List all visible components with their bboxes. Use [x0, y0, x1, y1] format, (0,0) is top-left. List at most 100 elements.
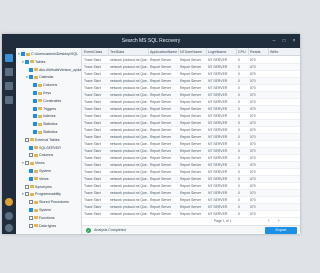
- tree-checkbox[interactable]: [33, 91, 37, 96]
- table-row[interactable]: Trace Start network protocol:ml Que.. Repo…: [82, 183, 300, 190]
- table-row[interactable]: Trace Start network protocol:ml Que.. Repo…: [82, 134, 300, 141]
- table-row[interactable]: Trace Start network protocol:ml Que.. Repo…: [82, 162, 300, 169]
- table-row[interactable]: Trace Start network protocol:ml Que.. Repo…: [82, 190, 300, 197]
- column-header[interactable]: CPU: [237, 48, 249, 56]
- tree-checkbox[interactable]: [25, 137, 29, 142]
- table-cell: 0: [238, 93, 240, 97]
- column-header[interactable]: NTUserName: [179, 48, 207, 56]
- table-row[interactable]: Trace Start network protocol:ml Que.. Repo…: [82, 211, 300, 218]
- table-cell: Report Server: [180, 177, 202, 181]
- table-row[interactable]: Trace Start network protocol:ml Que.. Repo…: [82, 78, 300, 85]
- table-row[interactable]: Trace Start network protocol:ml Que.. Repo…: [82, 120, 300, 127]
- table-row[interactable]: Trace Start network protocol:ml Que.. Repo…: [82, 148, 300, 155]
- tree-checkbox[interactable]: [29, 67, 33, 72]
- help-icon[interactable]: [5, 212, 13, 220]
- tree-checkbox[interactable]: [29, 200, 33, 205]
- tree-node[interactable]: ▾ Tables: [22, 59, 45, 66]
- tree-node[interactable]: Statistics: [30, 121, 57, 128]
- gear-icon[interactable]: [5, 224, 13, 232]
- table-row[interactable]: Trace Start network protocol:ml Que.. Repo…: [82, 85, 300, 92]
- column-header[interactable]: LoginName: [207, 48, 237, 56]
- export-button[interactable]: Export: [265, 227, 297, 234]
- tree-node[interactable]: Functions: [26, 215, 55, 222]
- tree-checkbox[interactable]: [33, 83, 37, 88]
- tree-checkbox[interactable]: [29, 75, 33, 80]
- tree-node[interactable]: Constraints: [30, 98, 61, 105]
- table-icon[interactable]: [5, 68, 13, 76]
- table-row[interactable]: Trace Start network protocol:ml Que.. Repo…: [82, 127, 300, 134]
- tree-node[interactable]: Triggers: [30, 106, 56, 113]
- table-row[interactable]: Trace Start network protocol:ml Que.. Repo…: [82, 169, 300, 176]
- tree-checkbox[interactable]: [25, 192, 29, 197]
- tree-checkbox[interactable]: [29, 176, 33, 181]
- table-cell: 0: [238, 198, 240, 202]
- table-row[interactable]: Trace Start network protocol:ml Que.. Repo…: [82, 106, 300, 113]
- table-row[interactable]: Trace Start network protocol:ml Que.. Repo…: [82, 204, 300, 211]
- tree-checkbox[interactable]: [33, 114, 37, 119]
- cart-icon[interactable]: [5, 198, 13, 206]
- tree-checkbox[interactable]: [29, 145, 33, 150]
- column-header[interactable]: TextData: [109, 48, 149, 56]
- tree-node[interactable]: System: [26, 168, 51, 175]
- column-header[interactable]: Reads: [249, 48, 269, 56]
- column-header[interactable]: Write: [269, 48, 300, 56]
- column-header[interactable]: EventClass: [83, 48, 109, 56]
- maximize-icon[interactable]: □: [280, 37, 288, 45]
- table-row[interactable]: Trace Start network protocol:ml Que.. Repo…: [82, 113, 300, 120]
- tree-node[interactable]: ▾ Calendar: [26, 74, 54, 81]
- close-icon[interactable]: ×: [290, 37, 298, 45]
- document-icon[interactable]: [5, 96, 13, 104]
- tree-checkbox[interactable]: [29, 223, 33, 228]
- tree-node[interactable]: Synonyms: [22, 184, 52, 191]
- table-row[interactable]: Trace Start network protocol:ml Que.. Repo…: [82, 64, 300, 71]
- tree-node[interactable]: Data types: [26, 223, 56, 230]
- tree-node[interactable]: Indexes: [30, 113, 56, 120]
- tree-node[interactable]: Keys: [30, 90, 51, 97]
- tree-node[interactable]: Columns: [26, 152, 53, 159]
- tree-node[interactable]: Statistics: [30, 129, 57, 136]
- tree-checkbox[interactable]: [25, 59, 29, 64]
- tree-checkbox[interactable]: [33, 106, 37, 111]
- tree-node[interactable]: Stored Procedures: [26, 199, 69, 206]
- table-cell: network protocol:ml Que..: [110, 128, 149, 132]
- minimize-icon[interactable]: –: [270, 37, 278, 45]
- table-row[interactable]: Trace Start network protocol:ml Que.. Repo…: [82, 71, 300, 78]
- tree-checkbox[interactable]: [33, 98, 37, 103]
- table-row[interactable]: Trace Start network protocol:ml Que.. Repo…: [82, 92, 300, 99]
- next-page-button[interactable]: ›: [278, 218, 280, 224]
- table-cell: [269, 204, 300, 211]
- tree-checkbox[interactable]: [21, 52, 25, 57]
- tree-node[interactable]: SQLSERVER: [26, 145, 61, 152]
- table-row[interactable]: Trace Start network protocol:ml Que.. Repo…: [82, 197, 300, 204]
- tree-checkbox[interactable]: [25, 161, 29, 166]
- tree-checkbox[interactable]: [29, 215, 33, 220]
- tree-node-label: System: [39, 169, 51, 173]
- tree-node[interactable]: Views: [26, 176, 49, 183]
- column-header[interactable]: ApplicationName: [149, 48, 179, 56]
- prev-page-button[interactable]: ‹: [268, 218, 270, 224]
- tree-node[interactable]: System: [26, 207, 51, 214]
- tree-node[interactable]: dbo.AWbuildVersion_update: [26, 67, 81, 74]
- table-row[interactable]: Trace Start network protocol:ml Que.. Repo…: [82, 141, 300, 148]
- tree-checkbox[interactable]: [33, 130, 37, 135]
- folder-icon: [34, 153, 38, 157]
- tree-node[interactable]: Columns: [30, 82, 57, 89]
- table-cell: 570: [250, 65, 256, 69]
- tree-node[interactable]: ▾ Programmability: [22, 191, 61, 198]
- table-cell: Report Server: [150, 58, 172, 62]
- table-row[interactable]: Trace Start network protocol:ml Que.. Repo…: [82, 99, 300, 106]
- search-icon[interactable]: [5, 82, 13, 90]
- tree-checkbox[interactable]: [29, 153, 33, 158]
- tree-checkbox[interactable]: [25, 184, 29, 189]
- tree-node[interactable]: External Tables: [22, 137, 60, 144]
- tree-checkbox[interactable]: [29, 169, 33, 174]
- tree-node[interactable]: ▾ Views: [22, 160, 45, 167]
- tree-node-label: SQLSERVER: [39, 145, 61, 150]
- table-row[interactable]: Trace Start network protocol:ml Que.. Repo…: [82, 176, 300, 183]
- tree-checkbox[interactable]: [29, 208, 33, 213]
- tree-node[interactable]: ▾ C:\Users\admin\Desktop\SQL: [18, 51, 78, 58]
- tree-checkbox[interactable]: [33, 122, 37, 127]
- database-icon[interactable]: [5, 54, 13, 62]
- table-row[interactable]: Trace Start network protocol:ml Que.. Repo…: [82, 155, 300, 162]
- table-row[interactable]: Trace Start network protocol:ml Que.. Repo…: [82, 57, 300, 64]
